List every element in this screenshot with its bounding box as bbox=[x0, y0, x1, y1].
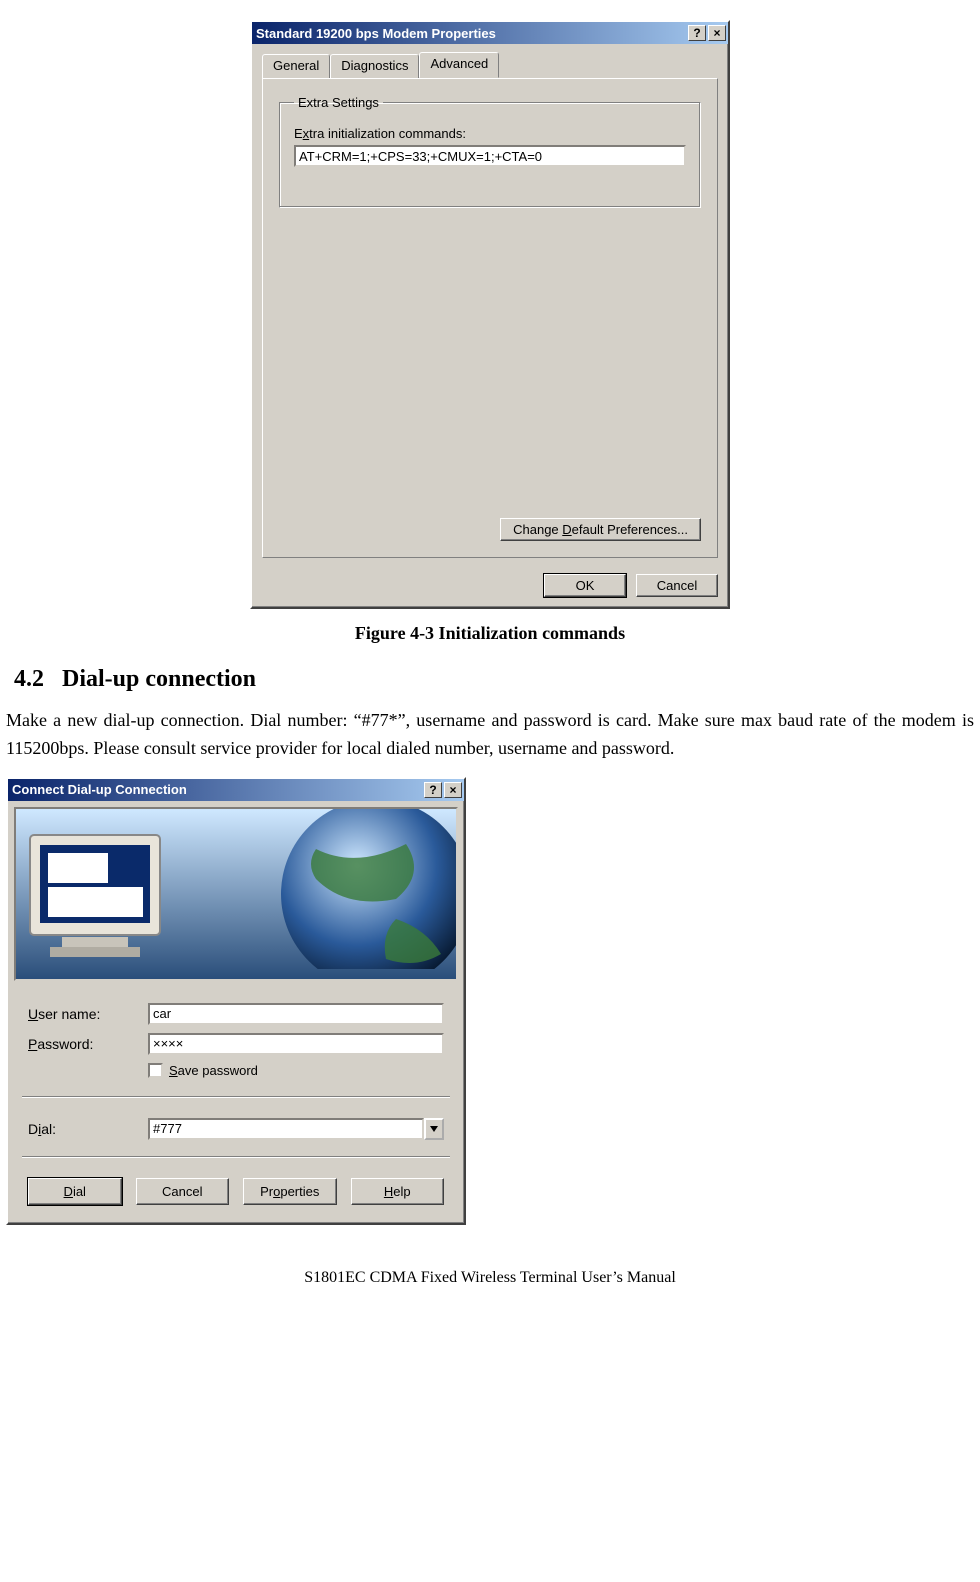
banner-image bbox=[14, 807, 458, 981]
close-button[interactable]: × bbox=[444, 782, 462, 798]
change-default-preferences-button[interactable]: Change Default Preferences... bbox=[500, 518, 701, 541]
close-button[interactable]: × bbox=[708, 25, 726, 41]
dial-button[interactable]: Dial bbox=[28, 1178, 122, 1205]
section-title: Dial-up connection bbox=[62, 666, 256, 692]
section-number: 4.2 bbox=[14, 666, 44, 692]
tab-general[interactable]: General bbox=[262, 54, 330, 80]
tab-panel-advanced: Extra Settings Extra initialization comm… bbox=[262, 78, 718, 558]
chevron-down-icon[interactable] bbox=[424, 1118, 444, 1140]
tab-strip: General Diagnostics Advanced bbox=[252, 44, 728, 78]
window-title: Connect Dial-up Connection bbox=[12, 782, 187, 797]
window-title: Standard 19200 bps Modem Properties bbox=[256, 26, 496, 41]
help-button[interactable]: Help bbox=[351, 1178, 445, 1205]
form: User name: Password: Save password bbox=[8, 987, 464, 1092]
titlebar: Connect Dial-up Connection ? × bbox=[8, 779, 464, 801]
section-heading: 4.2 Dial-up connection bbox=[14, 666, 980, 693]
username-input[interactable] bbox=[148, 1003, 444, 1025]
properties-button[interactable]: Properties bbox=[243, 1178, 337, 1205]
password-input[interactable] bbox=[148, 1033, 444, 1055]
extra-settings-legend: Extra Settings bbox=[294, 95, 383, 110]
dialog-buttons: Dial Cancel Properties Help bbox=[8, 1162, 464, 1223]
tab-diagnostics[interactable]: Diagnostics bbox=[330, 54, 419, 80]
init-commands-label: Extra initialization commands: bbox=[294, 126, 686, 141]
extra-settings-group: Extra Settings Extra initialization comm… bbox=[279, 95, 701, 208]
page-footer: S1801EC CDMA Fixed Wireless Terminal Use… bbox=[0, 1269, 980, 1287]
dial-label: Dial: bbox=[28, 1121, 148, 1137]
cancel-button[interactable]: Cancel bbox=[136, 1178, 230, 1205]
tab-advanced[interactable]: Advanced bbox=[419, 52, 499, 78]
modem-properties-dialog: Standard 19200 bps Modem Properties ? × … bbox=[250, 20, 730, 609]
save-password-label: Save password bbox=[169, 1063, 258, 1078]
monitor-icon bbox=[22, 827, 182, 967]
help-button[interactable]: ? bbox=[424, 782, 442, 798]
connect-dialup-dialog: Connect Dial-up Connection ? × bbox=[6, 777, 466, 1225]
init-commands-input[interactable] bbox=[294, 145, 686, 167]
dial-combo[interactable] bbox=[148, 1118, 444, 1140]
ok-button[interactable]: OK bbox=[544, 574, 626, 597]
help-button[interactable]: ? bbox=[688, 25, 706, 41]
cancel-button[interactable]: Cancel bbox=[636, 574, 718, 597]
body-paragraph: Make a new dial-up connection. Dial numb… bbox=[6, 707, 974, 763]
password-label: Password: bbox=[28, 1036, 148, 1052]
separator bbox=[22, 1096, 450, 1098]
dialog-buttons: OK Cancel bbox=[252, 568, 728, 607]
save-password-checkbox[interactable] bbox=[148, 1063, 163, 1078]
figure-caption: Figure 4-3 Initialization commands bbox=[0, 623, 980, 644]
username-label: User name: bbox=[28, 1006, 148, 1022]
globe-icon bbox=[256, 807, 458, 969]
titlebar: Standard 19200 bps Modem Properties ? × bbox=[252, 22, 728, 44]
separator bbox=[22, 1156, 450, 1158]
dial-input[interactable] bbox=[148, 1118, 424, 1140]
